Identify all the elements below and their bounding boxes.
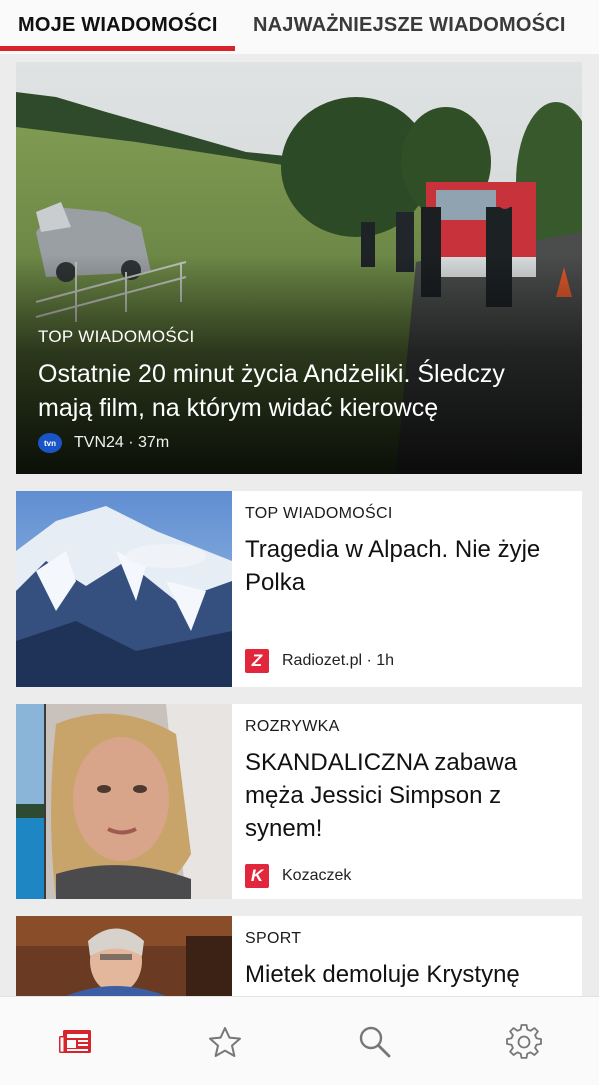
article-category: ROZRYWKA bbox=[245, 718, 340, 735]
article-title[interactable]: Mietek demoluje Krystynę bbox=[245, 958, 575, 991]
article-thumbnail bbox=[16, 916, 232, 996]
hero-title[interactable]: Ostatnie 20 minut życia Andżeliki. Śledc… bbox=[38, 357, 558, 425]
article-card[interactable]: SPORT Mietek demoluje Krystynę bbox=[16, 916, 582, 996]
gear-icon bbox=[506, 1023, 542, 1059]
tab-top-news[interactable]: NAJWAŻNIEJSZE WIADOMOŚCI bbox=[253, 14, 566, 37]
nav-search[interactable] bbox=[300, 997, 450, 1085]
article-body: ROZRYWKA SKANDALICZNA zabawa męża Jessic… bbox=[245, 704, 572, 899]
nav-settings[interactable] bbox=[449, 997, 599, 1085]
article-card[interactable]: TOP WIADOMOŚCI Tragedia w Alpach. Nie ży… bbox=[16, 491, 582, 687]
article-source: Z Radiozet.pl · 1h bbox=[245, 649, 394, 673]
star-icon bbox=[209, 1026, 241, 1057]
article-title[interactable]: SKANDALICZNA zabawa męża Jessici Simpson… bbox=[245, 746, 575, 845]
article-card[interactable]: ROZRYWKA SKANDALICZNA zabawa męża Jessic… bbox=[16, 704, 582, 899]
bottom-navigation bbox=[0, 996, 599, 1085]
article-source: K Kozaczek bbox=[245, 864, 351, 888]
article-source-label: Kozaczek bbox=[282, 867, 352, 884]
search-icon bbox=[359, 1026, 391, 1057]
hero-category: TOP WIADOMOŚCI bbox=[38, 327, 195, 346]
radiozet-logo-icon: Z bbox=[245, 649, 269, 673]
hero-source-label: TVN24 · 37m bbox=[74, 434, 170, 451]
article-source-label: Radiozet.pl · 1h bbox=[282, 652, 395, 669]
tvn24-logo-icon: tvn bbox=[38, 433, 62, 453]
hero-article-card[interactable]: TOP WIADOMOŚCI Ostatnie 20 minut życia A… bbox=[16, 62, 582, 474]
nav-favorites[interactable] bbox=[150, 997, 300, 1085]
article-body: SPORT Mietek demoluje Krystynę bbox=[245, 916, 572, 996]
hero-source: tvn TVN24 · 37m bbox=[38, 432, 169, 454]
tab-my-news[interactable]: MOJE WIADOMOŚCI bbox=[18, 14, 218, 37]
article-thumbnail bbox=[16, 491, 232, 687]
article-category: TOP WIADOMOŚCI bbox=[245, 505, 393, 522]
article-thumbnail bbox=[16, 704, 232, 899]
article-body: TOP WIADOMOŚCI Tragedia w Alpach. Nie ży… bbox=[245, 491, 572, 687]
article-category: SPORT bbox=[245, 930, 302, 947]
nav-my-news[interactable] bbox=[0, 997, 150, 1085]
kozaczek-logo-icon: K bbox=[245, 864, 269, 888]
tab-bar: MOJE WIADOMOŚCI NAJWAŻNIEJSZE WIADOMOŚCI bbox=[0, 0, 599, 54]
active-tab-indicator bbox=[0, 46, 235, 51]
article-title[interactable]: Tragedia w Alpach. Nie żyje Polka bbox=[245, 533, 575, 599]
newspaper-icon bbox=[59, 1029, 91, 1053]
